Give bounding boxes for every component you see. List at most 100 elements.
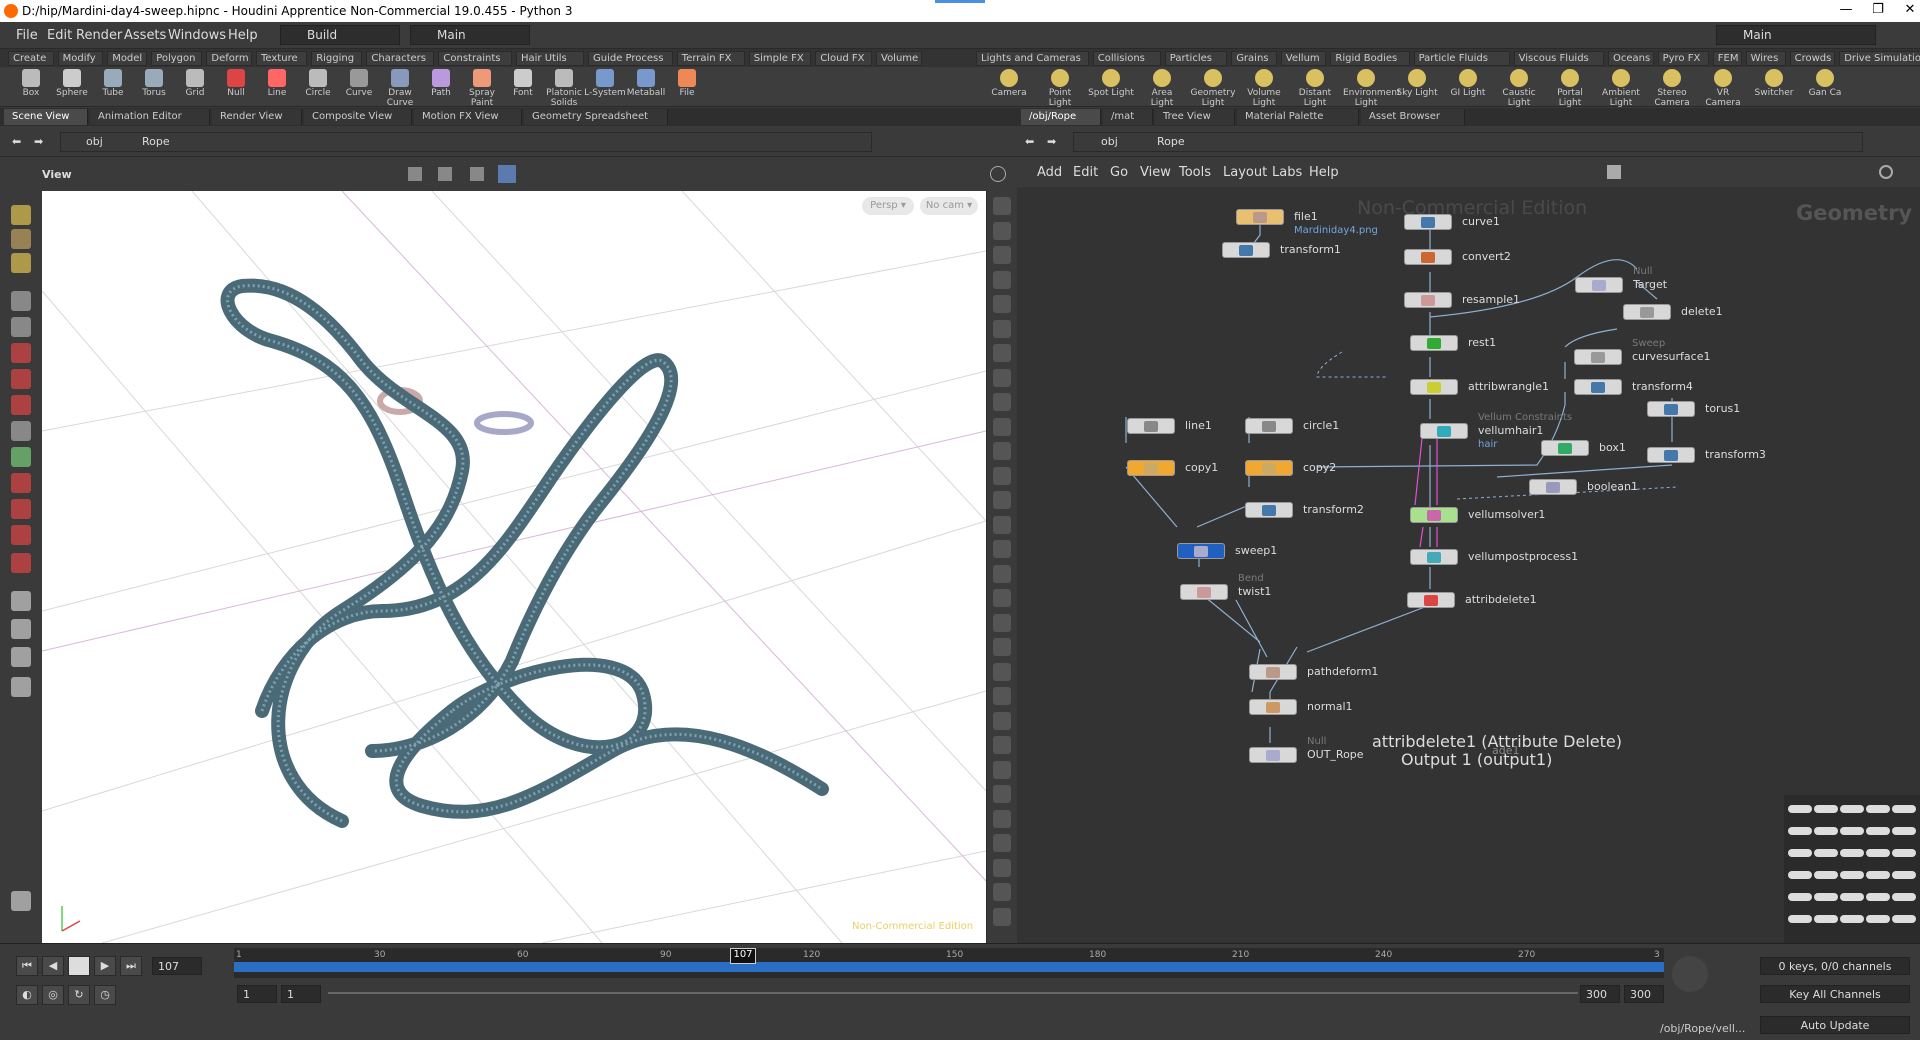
tool-icon-5[interactable] xyxy=(11,343,31,363)
node-pathdeform1[interactable] xyxy=(1249,664,1297,680)
display-option-icon-21[interactable] xyxy=(993,711,1011,730)
display-option-icon-15[interactable] xyxy=(993,564,1011,583)
pane-tab-scene-view[interactable]: Scene View xyxy=(4,109,88,125)
shape-preset-25[interactable] xyxy=(1788,915,1812,923)
play-back-button[interactable]: ◀ xyxy=(42,956,64,976)
tool-gan-ca[interactable]: Gan Ca xyxy=(1802,69,1848,105)
tool-box[interactable]: Box xyxy=(8,69,54,105)
tool-icon-4[interactable] xyxy=(11,317,31,337)
frame-ruler[interactable]: 1 30 60 90 120 150 180 210 240 270 3 107 xyxy=(234,948,1664,978)
tool-environment-light[interactable]: Environment Light xyxy=(1343,69,1400,108)
menu-edit[interactable]: Edit xyxy=(47,28,72,43)
display-option-icon-27[interactable] xyxy=(993,858,1011,877)
display-option-icon-13[interactable] xyxy=(993,515,1011,534)
arrow-tool-icon[interactable] xyxy=(438,167,452,181)
node-transform4[interactable] xyxy=(1574,379,1622,395)
net-menu-add[interactable]: Add xyxy=(1037,165,1062,180)
start-frame-field-2[interactable]: 1 xyxy=(281,985,321,1003)
display-option-icon-6[interactable] xyxy=(993,344,1011,362)
shelf-tab-pyro-fx[interactable]: Pyro FX xyxy=(1657,51,1709,66)
shape-preset-20[interactable] xyxy=(1788,893,1812,901)
shelf-tab-constraints[interactable]: Constraints xyxy=(438,51,512,66)
layout-dropdown[interactable]: Main xyxy=(410,25,530,45)
back-arrow-icon[interactable]: ⬅ xyxy=(12,135,21,148)
shelf-tab-lights-and-cameras[interactable]: Lights and Cameras xyxy=(976,51,1089,66)
jump-start-button[interactable]: ⏮ xyxy=(16,956,38,976)
grid-display-icon[interactable] xyxy=(498,165,516,183)
shape-preset-21[interactable] xyxy=(1814,893,1838,901)
shelf-tab-polygon[interactable]: Polygon xyxy=(151,51,203,66)
tool-switcher[interactable]: Switcher xyxy=(1751,69,1797,105)
node-sweep1[interactable] xyxy=(1177,543,1225,559)
tool-circle[interactable]: Circle xyxy=(295,69,341,105)
tool-sphere[interactable]: Sphere xyxy=(49,69,95,105)
display-option-icon-17[interactable] xyxy=(993,613,1011,632)
shape-preset-23[interactable] xyxy=(1866,893,1890,901)
tool-draw-curve[interactable]: Draw Curve xyxy=(377,69,423,108)
display-option-icon-23[interactable] xyxy=(993,760,1011,779)
shelf-tab-terrain-fx[interactable]: Terrain FX xyxy=(676,51,745,66)
pane-tab-obj-rope[interactable]: /obj/Rope xyxy=(1021,109,1101,125)
shape-preset-15[interactable] xyxy=(1788,871,1812,879)
tool-tube[interactable]: Tube xyxy=(90,69,136,105)
net-menu-help[interactable]: Help xyxy=(1309,165,1339,180)
shelf-tab-vellum[interactable]: Vellum xyxy=(1280,51,1327,66)
pane-tab-composite-view[interactable]: Composite View xyxy=(304,109,412,125)
node-attribdelete1[interactable] xyxy=(1407,592,1455,608)
shelf-tab-collisions[interactable]: Collisions xyxy=(1092,51,1161,66)
shelf-tab-drive-simulation[interactable]: Drive Simulation xyxy=(1839,51,1920,66)
stop-button[interactable] xyxy=(68,956,90,976)
tool-distant-light[interactable]: Distant Light xyxy=(1292,69,1338,108)
node-circle1[interactable] xyxy=(1245,418,1293,434)
tool-icon-1[interactable] xyxy=(11,229,31,249)
tool-icon-18[interactable] xyxy=(11,891,31,911)
node-copy2[interactable] xyxy=(1245,460,1293,476)
tool-icon-15[interactable] xyxy=(11,619,31,639)
tool-l-system[interactable]: L-System xyxy=(582,69,628,105)
shape-preset-6[interactable] xyxy=(1814,827,1838,835)
node-torus1[interactable] xyxy=(1647,401,1695,417)
tool-icon-2[interactable] xyxy=(11,253,31,273)
range-slider[interactable] xyxy=(328,992,1578,994)
node-target[interactable] xyxy=(1575,277,1623,293)
display-option-icon-0[interactable] xyxy=(993,197,1011,215)
shelf-tab-particle-fluids[interactable]: Particle Fluids xyxy=(1413,51,1510,66)
node-rest1[interactable] xyxy=(1410,335,1458,351)
shape-preset-27[interactable] xyxy=(1840,915,1864,923)
shelf-tab-texture[interactable]: Texture xyxy=(256,51,308,66)
tool-icon-9[interactable] xyxy=(11,447,31,467)
node-box1[interactable] xyxy=(1541,440,1589,456)
pane-tab-mat[interactable]: /mat xyxy=(1103,109,1153,125)
shelf-tab-cloud-fx[interactable]: Cloud FX xyxy=(815,51,872,66)
node-delete1[interactable] xyxy=(1623,304,1671,320)
node-attribwrangle1[interactable] xyxy=(1410,379,1458,395)
forward-arrow-icon[interactable]: ➡ xyxy=(1047,135,1056,148)
shape-preset-2[interactable] xyxy=(1840,805,1864,813)
node-boolean1[interactable] xyxy=(1529,479,1577,495)
pane-tab-geometry-spreadsheet[interactable]: Geometry Spreadsheet xyxy=(524,109,668,125)
clock-icon[interactable]: ◷ xyxy=(94,985,116,1005)
pane-tab-asset-browser[interactable]: Asset Browser xyxy=(1361,109,1465,125)
shape-preset-19[interactable] xyxy=(1892,871,1916,879)
node-curvesurface1[interactable] xyxy=(1574,349,1622,365)
node-out_rope[interactable] xyxy=(1249,747,1297,763)
tool-platonic-solids[interactable]: Platonic Solids xyxy=(541,69,587,108)
tool-spray-paint[interactable]: Spray Paint xyxy=(459,69,505,108)
shelf-tab-volume[interactable]: Volume xyxy=(876,51,922,66)
tool-caustic-light[interactable]: Caustic Light xyxy=(1496,69,1542,108)
select-tool-icon[interactable] xyxy=(408,167,422,181)
display-option-icon-28[interactable] xyxy=(993,883,1011,901)
display-option-icon-26[interactable] xyxy=(993,834,1011,852)
display-option-icon-10[interactable] xyxy=(993,442,1011,460)
display-option-icon-11[interactable] xyxy=(993,466,1011,485)
end-frame-field-2[interactable]: 300 xyxy=(1624,985,1664,1003)
node-vellumsolver1[interactable] xyxy=(1410,507,1458,523)
tool-null[interactable]: Null xyxy=(213,69,259,105)
current-frame-field[interactable]: 107 xyxy=(152,957,202,975)
shape-preset-11[interactable] xyxy=(1814,849,1838,857)
display-option-icon-22[interactable] xyxy=(993,736,1011,754)
3d-viewport[interactable]: Persp ▾ No cam ▾ Non-Commercial Edition xyxy=(42,191,986,943)
tool-sky-light[interactable]: Sky Light xyxy=(1394,69,1440,105)
end-frame-field[interactable]: 300 xyxy=(1580,985,1620,1003)
shelf-tab-grains[interactable]: Grains xyxy=(1231,51,1277,66)
